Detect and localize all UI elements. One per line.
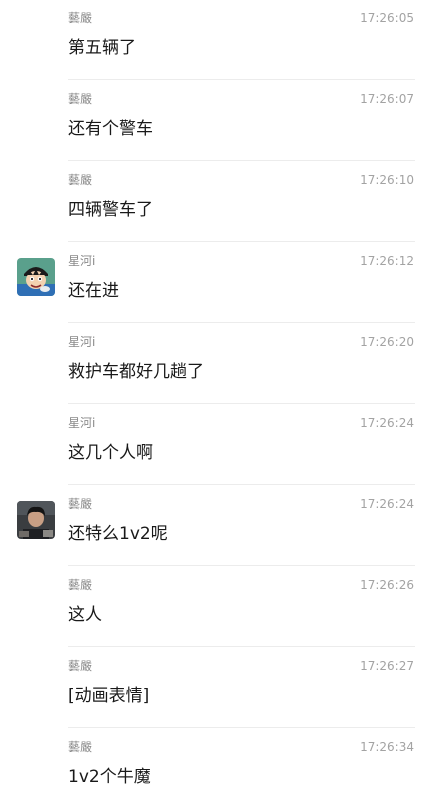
divider bbox=[68, 322, 415, 323]
sender-name[interactable]: 藝嚴 bbox=[68, 739, 92, 755]
sender-name[interactable]: 藝嚴 bbox=[68, 91, 92, 107]
divider bbox=[68, 727, 415, 728]
message-item[interactable]: 星河i 17:26:24 这几个人啊 bbox=[0, 405, 432, 485]
message-text[interactable]: 还在进 bbox=[68, 279, 119, 303]
message-item[interactable]: 星河i 17:26:12 还在进 bbox=[0, 243, 432, 323]
divider bbox=[68, 160, 415, 161]
message-text[interactable]: 第五辆了 bbox=[68, 36, 136, 60]
sender-name[interactable]: 藝嚴 bbox=[68, 496, 92, 512]
sender-name[interactable]: 星河i bbox=[68, 334, 95, 350]
message-time: 17:26:24 bbox=[360, 497, 414, 511]
message-text[interactable]: 还有个警车 bbox=[68, 117, 153, 141]
message-item[interactable]: 藝嚴 17:26:26 这人 bbox=[0, 567, 432, 647]
message-item[interactable]: 藝嚴 17:26:34 1v2个牛魔 bbox=[0, 729, 432, 809]
divider bbox=[68, 403, 415, 404]
sender-name[interactable]: 星河i bbox=[68, 415, 95, 431]
cartoon-boy-avatar[interactable] bbox=[17, 258, 55, 296]
sender-name[interactable]: 藝嚴 bbox=[68, 577, 92, 593]
message-item[interactable]: 藝嚴 17:26:10 四辆警车了 bbox=[0, 162, 432, 242]
message-item[interactable]: 藝嚴 17:26:27 [动画表情] bbox=[0, 648, 432, 728]
divider bbox=[68, 241, 415, 242]
message-text[interactable]: 救护车都好几趟了 bbox=[68, 360, 204, 384]
message-text[interactable]: 1v2个牛魔 bbox=[68, 765, 151, 789]
message-text[interactable]: 这人 bbox=[68, 603, 102, 627]
message-text[interactable]: 四辆警车了 bbox=[68, 198, 153, 222]
message-time: 17:26:12 bbox=[360, 254, 414, 268]
photo-person-avatar[interactable] bbox=[17, 501, 55, 539]
sender-name[interactable]: 藝嚴 bbox=[68, 172, 92, 188]
message-time: 17:26:05 bbox=[360, 11, 414, 25]
message-item[interactable]: 星河i 17:26:20 救护车都好几趟了 bbox=[0, 324, 432, 404]
divider bbox=[68, 565, 415, 566]
divider bbox=[68, 484, 415, 485]
sender-name[interactable]: 藝嚴 bbox=[68, 658, 92, 674]
message-time: 17:26:10 bbox=[360, 173, 414, 187]
message-text[interactable]: 这几个人啊 bbox=[68, 441, 153, 465]
message-time: 17:26:20 bbox=[360, 335, 414, 349]
divider bbox=[68, 79, 415, 80]
message-time: 17:26:26 bbox=[360, 578, 414, 592]
message-text[interactable]: 还特么1v2呢 bbox=[68, 522, 168, 546]
sender-name[interactable]: 星河i bbox=[68, 253, 95, 269]
message-text[interactable]: [动画表情] bbox=[68, 684, 149, 708]
sender-name[interactable]: 藝嚴 bbox=[68, 10, 92, 26]
message-time: 17:26:07 bbox=[360, 92, 414, 106]
divider bbox=[68, 646, 415, 647]
message-item[interactable]: 藝嚴 17:26:07 还有个警车 bbox=[0, 81, 432, 161]
message-item[interactable]: 藝嚴 17:26:24 还特么1v2呢 bbox=[0, 486, 432, 566]
message-item[interactable]: 藝嚴 17:26:05 第五辆了 bbox=[0, 0, 432, 80]
message-time: 17:26:24 bbox=[360, 416, 414, 430]
message-time: 17:26:27 bbox=[360, 659, 414, 673]
message-time: 17:26:34 bbox=[360, 740, 414, 754]
chat-message-list: 藝嚴 17:26:05 第五辆了 藝嚴 17:26:07 还有个警车 藝嚴 17… bbox=[0, 0, 432, 800]
